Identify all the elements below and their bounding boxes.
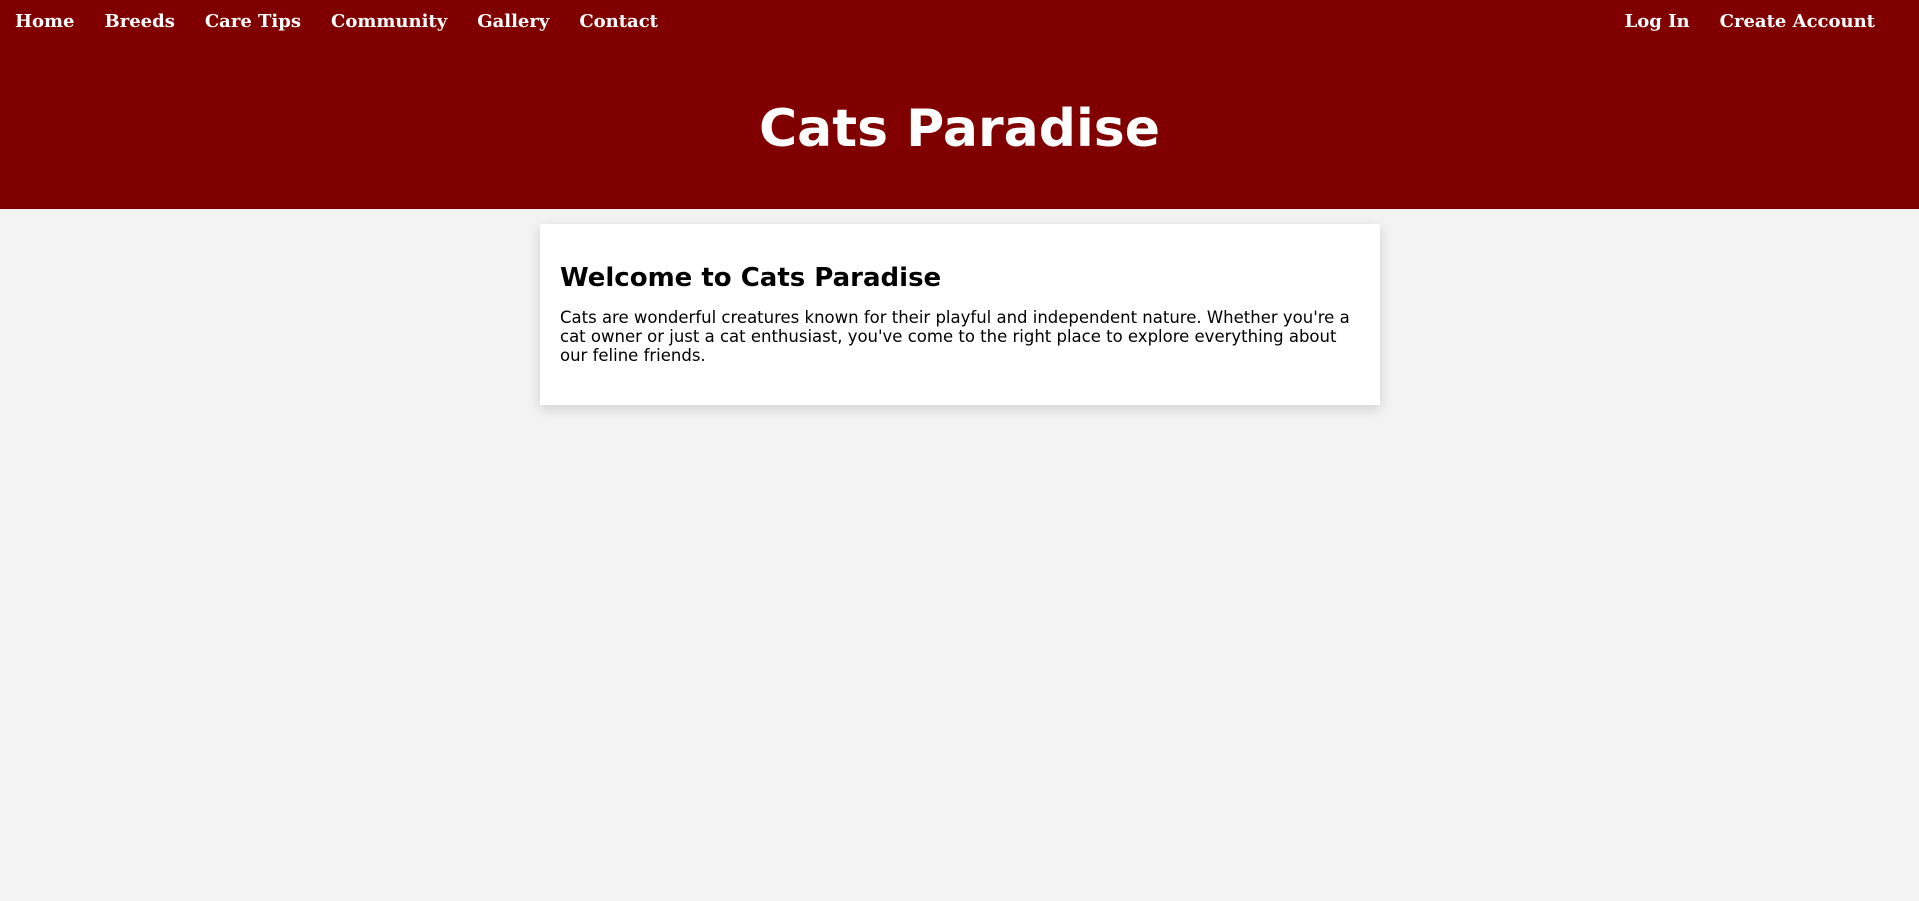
main-nav: Home Breeds Care Tips Community Gallery … [15,12,658,32]
welcome-card: Welcome to Cats Paradise Cats are wonder… [540,224,1380,405]
login-link[interactable]: Log In [1625,12,1690,32]
welcome-text: Cats are wonderful creatures known for t… [560,308,1350,365]
account-nav: Log In Create Account [1625,12,1875,32]
welcome-heading: Welcome to Cats Paradise [560,263,942,293]
site-title: Cats Paradise [759,99,1160,159]
site-header: Home Breeds Care Tips Community Gallery … [0,0,1919,209]
nav-contact-link[interactable]: Contact [579,12,658,32]
nav-breeds-link[interactable]: Breeds [105,12,175,32]
create-account-link[interactable]: Create Account [1720,12,1875,32]
nav-community-link[interactable]: Community [331,12,447,32]
nav-care-tips-link[interactable]: Care Tips [205,12,301,32]
nav-gallery-link[interactable]: Gallery [477,12,549,32]
nav-home-link[interactable]: Home [15,12,75,32]
